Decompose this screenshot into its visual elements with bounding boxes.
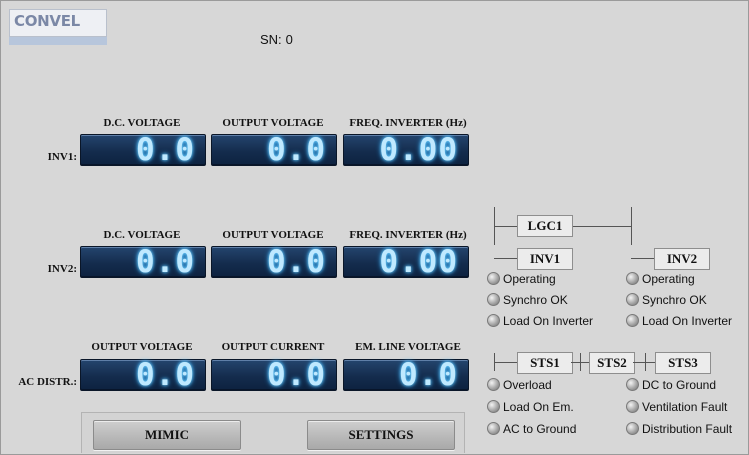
inv1-synchro-indicator: Synchro OK xyxy=(487,292,568,308)
sts3-dc-to-ground-indicator: DC to Ground xyxy=(626,377,716,393)
inv2-row-label: INV2: xyxy=(47,263,77,275)
sts3-distribution-fault-indicator: Distribution Fault xyxy=(626,421,732,437)
lgc1-label: LGC1 xyxy=(517,215,573,237)
status-led-icon xyxy=(487,293,500,306)
ac-em-line-voltage-header: EM. LINE VOLTAGE xyxy=(355,341,461,353)
status-led-icon xyxy=(626,293,639,306)
settings-button[interactable]: SETTINGS xyxy=(307,420,455,450)
ac-output-current-value: 0.0 xyxy=(267,357,326,393)
inv2-synchro-indicator: Synchro OK xyxy=(626,292,707,308)
inv1-freq-header: FREQ. INVERTER (Hz) xyxy=(349,117,467,129)
inv1-dc-voltage-display: 0.0 xyxy=(80,132,206,168)
serial-number: SN: 0 xyxy=(260,32,293,47)
serial-label: SN: xyxy=(260,32,282,47)
sts3-status-title: STS3 xyxy=(655,352,711,374)
inv2-operating-indicator: Operating xyxy=(626,271,695,287)
status-led-icon xyxy=(487,314,500,327)
sts1-ac-to-ground-indicator: AC to Ground xyxy=(487,421,576,437)
status-led-icon xyxy=(487,400,500,413)
inv2-output-voltage-value: 0.0 xyxy=(267,244,326,280)
inv2-output-voltage-display: 0.0 xyxy=(211,244,337,280)
inv1-freq-display: 0.00 xyxy=(343,132,469,168)
inv1-dc-voltage-value: 0.0 xyxy=(136,132,195,168)
ac-em-line-voltage-display: 0.0 xyxy=(343,357,469,393)
status-led-icon xyxy=(626,378,639,391)
inv2-freq-display: 0.00 xyxy=(343,244,469,280)
inv1-output-voltage-value: 0.0 xyxy=(267,132,326,168)
status-led-icon xyxy=(626,314,639,327)
inv1-freq-value: 0.00 xyxy=(379,132,458,168)
mimic-button[interactable]: MIMIC xyxy=(93,420,241,450)
convel-logo: CONVEL xyxy=(9,9,107,49)
inv1-status-title: INV1 xyxy=(517,248,573,270)
status-led-icon xyxy=(487,422,500,435)
ac-output-current-header: OUTPUT CURRENT xyxy=(221,341,325,353)
inv1-dc-voltage-header: D.C. VOLTAGE xyxy=(103,117,181,129)
serial-value: 0 xyxy=(285,32,293,47)
sts3-ventilation-fault-indicator: Ventilation Fault xyxy=(626,399,727,415)
main-window: CONVEL SN: 0 D.C. VOLTAGE OUTPUT VOLTAGE … xyxy=(0,0,749,455)
inv2-output-voltage-header: OUTPUT VOLTAGE xyxy=(222,229,324,241)
status-led-icon xyxy=(487,378,500,391)
ac-output-voltage-header: OUTPUT VOLTAGE xyxy=(91,341,193,353)
inv1-output-voltage-header: OUTPUT VOLTAGE xyxy=(222,117,324,129)
inv2-freq-value: 0.00 xyxy=(379,244,458,280)
inv1-operating-indicator: Operating xyxy=(487,271,556,287)
ac-output-voltage-value: 0.0 xyxy=(136,357,195,393)
logo-text: CONVEL xyxy=(14,12,80,30)
inv2-freq-header: FREQ. INVERTER (Hz) xyxy=(349,229,467,241)
sts1-load-on-em-indicator: Load On Em. xyxy=(487,399,574,415)
status-led-icon xyxy=(487,272,500,285)
inv1-load-on-inverter-indicator: Load On Inverter xyxy=(487,313,593,329)
ac-em-line-voltage-value: 0.0 xyxy=(399,357,458,393)
inv1-output-voltage-display: 0.0 xyxy=(211,132,337,168)
inv2-status-title: INV2 xyxy=(654,248,710,270)
status-led-icon xyxy=(626,400,639,413)
status-led-icon xyxy=(626,422,639,435)
ac-distr-row-label: AC DISTR.: xyxy=(18,376,77,388)
ac-output-current-display: 0.0 xyxy=(211,357,337,393)
inv2-load-on-inverter-indicator: Load On Inverter xyxy=(626,313,732,329)
sts2-status-title: STS2 xyxy=(589,352,635,374)
status-led-icon xyxy=(626,272,639,285)
sts1-overload-indicator: Overload xyxy=(487,377,552,393)
inv2-dc-voltage-header: D.C. VOLTAGE xyxy=(103,229,181,241)
inv2-dc-voltage-display: 0.0 xyxy=(80,244,206,280)
ac-output-voltage-display: 0.0 xyxy=(80,357,206,393)
sts1-status-title: STS1 xyxy=(517,352,573,374)
inv1-row-label: INV1: xyxy=(47,151,77,163)
inv2-dc-voltage-value: 0.0 xyxy=(136,244,195,280)
